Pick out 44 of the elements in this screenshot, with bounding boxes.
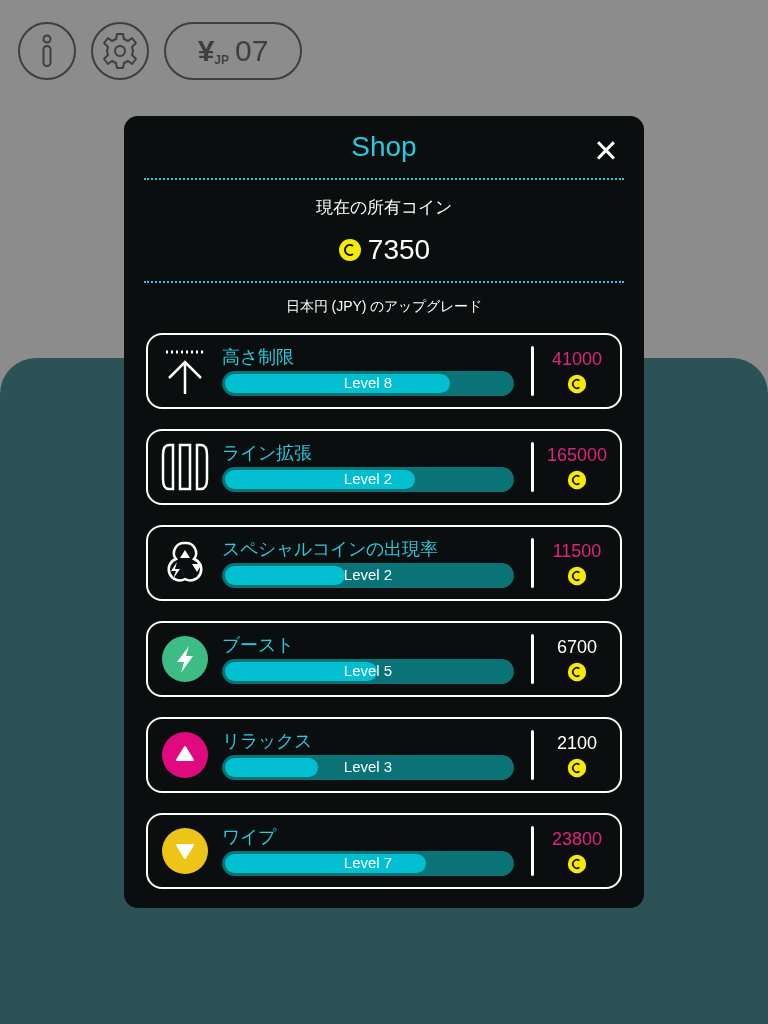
coin-balance: 7350 xyxy=(367,232,431,267)
upgrade-name: リラックス xyxy=(222,729,312,752)
close-button[interactable]: × xyxy=(590,130,622,166)
price: 2100 xyxy=(556,731,597,754)
coin-icon xyxy=(567,853,587,874)
coins-label: 現在の所有コイン xyxy=(316,197,452,219)
upgrade-card[interactable]: ワイプ Level 7 23800 xyxy=(146,812,622,889)
coin-icon xyxy=(567,373,587,394)
level-text: Level 2 xyxy=(342,564,394,585)
upgrade-name: スペシャルコインの出現率 xyxy=(222,537,438,560)
price: 6700 xyxy=(556,635,597,658)
settings-button[interactable] xyxy=(91,22,149,80)
upgrade-name: 高さ制限 xyxy=(222,345,294,368)
upgrade-card[interactable]: リラックス Level 3 2100 xyxy=(146,716,622,793)
settings-icon xyxy=(101,32,139,70)
info-icon xyxy=(41,34,53,68)
coin-icon xyxy=(567,661,587,682)
section-title: 日本円 (JPY) のアップグレード xyxy=(285,296,483,316)
price: 41000 xyxy=(551,347,603,370)
dialog-title: Shop xyxy=(351,130,417,164)
level-text: Level 5 xyxy=(342,660,394,681)
upgrade-card[interactable]: 高さ制限 Level 8 41000 xyxy=(146,332,622,409)
upgrade-name: ブースト xyxy=(222,633,294,656)
price: 165000 xyxy=(546,443,608,466)
coin-icon xyxy=(567,757,587,778)
level-text: Level 8 xyxy=(342,372,394,393)
price: 11500 xyxy=(552,539,602,562)
currency-value: 07 xyxy=(235,36,269,66)
upgrade-card[interactable]: スペシャルコインの出現率 Level 2 11500 xyxy=(146,524,622,601)
upgrade-name: ワイプ xyxy=(222,825,276,848)
level-text: Level 7 xyxy=(342,852,394,873)
info-button[interactable] xyxy=(18,22,76,80)
coin-icon xyxy=(337,237,362,262)
currency-code: JP xyxy=(214,54,229,66)
price: 23800 xyxy=(551,827,603,850)
level-text: Level 3 xyxy=(342,756,394,777)
upgrade-card[interactable]: ブースト Level 5 6700 xyxy=(146,620,622,697)
yen-symbol: ¥ xyxy=(197,36,215,66)
upgrade-name: ライン拡張 xyxy=(222,441,312,464)
coin-icon xyxy=(567,469,587,490)
coin-icon xyxy=(567,565,587,586)
level-text: Level 2 xyxy=(342,468,394,489)
upgrade-card[interactable]: ライン拡張 Level 2 165000 xyxy=(146,428,622,505)
columns-icon xyxy=(161,442,209,491)
